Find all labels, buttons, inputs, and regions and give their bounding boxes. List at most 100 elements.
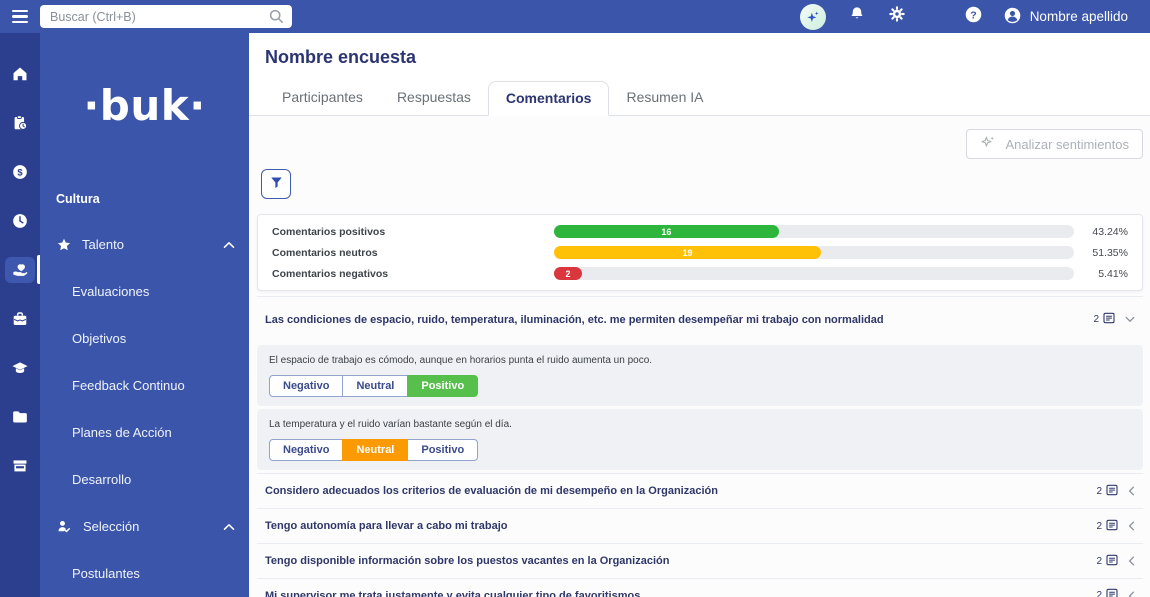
bar-track: 19 [554,246,1074,259]
comment-count: 2 [1096,590,1102,597]
comment-count: 2 [1096,485,1102,497]
chart-row: Comentarios positivos 16 43.24% [272,221,1128,242]
comments-icon [1106,484,1118,499]
question-text: Tengo autonomía para llevar a cabo mi tr… [265,520,508,532]
question-meta: 2 [1093,312,1135,327]
chart-row: Comentarios negativos 2 5.41% [272,263,1128,284]
rail-item-briefcase[interactable] [0,294,40,343]
help-button[interactable]: ? [964,5,983,29]
help-icon: ? [964,5,983,29]
question-meta: 2 [1096,588,1135,597]
tab-participantes[interactable]: Participantes [265,81,380,115]
rail-item-home[interactable] [0,49,40,98]
svg-text:?: ? [970,10,976,21]
sidebar-item-evaluaciones[interactable]: Evaluaciones [40,268,249,315]
question-row[interactable]: Considero adecuados los criterios de eva… [257,473,1143,508]
sidebar-group-label: Selección [83,519,140,534]
comment-card: El espacio de trabajo es cómodo, aunque … [257,345,1143,406]
sidebar-item-feedback-continuo[interactable]: Feedback Continuo [40,362,249,409]
question-text: Considero adecuados los criterios de eva… [265,485,718,497]
payments-dollar-icon: $ [5,159,35,185]
chevron-up-icon [223,523,235,531]
clock-icon [5,208,35,234]
chevron-left-icon [1128,486,1135,496]
search-icon [268,8,285,30]
person-check-icon [56,518,73,535]
notifications-button[interactable] [848,5,866,28]
clipboard-clock-icon [5,110,35,136]
menu-icon[interactable] [0,9,40,24]
sentiment-option-negativo[interactable]: Negativo [269,375,344,397]
sentiment-summary-card: Comentarios positivos 16 43.24% Comentar… [257,214,1143,291]
bar-track: 2 [554,267,1074,280]
education-cap-icon [5,355,35,381]
question-row[interactable]: Tengo autonomía para llevar a cabo mi tr… [257,508,1143,543]
rail-item-folder[interactable] [0,392,40,441]
chart-category-label: Comentarios positivos [272,225,386,238]
rail-item-clock[interactable] [0,196,40,245]
page-title: Nombre encuesta [265,47,417,67]
question-text: Tengo disponible información sobre los p… [265,555,670,567]
icon-rail: $ [0,33,40,597]
topbar: ? Nombre apellido [0,0,1150,33]
chart-row: Comentarios neutros 19 51.35% [272,242,1128,263]
bar-fill: 16 [554,225,779,238]
question-meta: 2 [1096,484,1135,499]
comment-count: 2 [1096,555,1102,567]
comment-count: 2 [1093,314,1099,325]
sidebar-item-desarrollo[interactable]: Desarrollo [40,456,249,503]
sentiment-option-positivo[interactable]: Positivo [407,375,479,397]
rail-item-payments-dollar[interactable]: $ [0,147,40,196]
sidebar-item-planes-de-accion[interactable]: Planes de Acción [40,409,249,456]
search-input[interactable] [40,5,292,28]
filter-funnel-icon [269,175,284,193]
tab-content: Analizar sentimientos Comentarios positi… [249,116,1150,597]
tabs: Participantes Respuestas Comentarios Resume… [249,81,1150,116]
question-row[interactable]: Mi supervisor me trata justamente y evit… [257,578,1143,597]
user-name: Nombre apellido [1029,9,1128,24]
chart-percentage: 5.41% [1098,267,1128,280]
sidebar-group-seleccion[interactable]: Selección [40,503,249,550]
chevron-left-icon [1128,521,1135,531]
question-row[interactable]: Tengo disponible información sobre los p… [257,543,1143,578]
sentiment-selector: Negativo Neutral Positivo [269,439,479,461]
question-text: Las condiciones de espacio, ruido, tempe… [265,313,884,326]
bar-fill: 2 [554,267,583,280]
search-box [40,5,292,28]
comments-icon [1106,588,1118,597]
sentiment-option-positivo[interactable]: Positivo [407,439,479,461]
analyze-sentiments-button[interactable]: Analizar sentimientos [966,129,1143,159]
comment-card: La temperatura y el ruido varían bastant… [257,409,1143,470]
rail-item-education-cap[interactable] [0,343,40,392]
rail-item-clipboard-clock[interactable] [0,98,40,147]
user-menu[interactable]: Nombre apellido [1003,6,1128,28]
sentiment-option-neutral[interactable]: Neutral [342,375,409,397]
sidebar-group-talento[interactable]: Talento [40,221,249,268]
bar-fill: 19 [554,246,822,259]
tab-resumen-ia[interactable]: Resumen IA [609,81,720,115]
sidebar-nav: Talento Evaluaciones Objetivos Feedback Con… [40,221,249,597]
svg-text:$: $ [17,167,23,178]
tab-respuestas[interactable]: Respuestas [380,81,488,115]
tab-comentarios[interactable]: Comentarios [487,81,610,116]
sidebar-item-objetivos[interactable]: Objetivos [40,315,249,362]
rail-item-talent-hand-heart[interactable] [0,245,40,294]
notifications-bell-icon [848,5,866,28]
star-icon [56,237,72,253]
comments-icon [1103,312,1115,327]
bar-track: 16 [554,225,1074,238]
comments-icon [1106,519,1118,534]
question-meta: 2 [1096,519,1135,534]
comment-text: La temperatura y el ruido varían bastant… [269,419,512,430]
ai-assistant-button[interactable] [799,3,826,30]
sidebar-item-postulantes[interactable]: Postulantes [40,550,249,597]
rail-item-store[interactable] [0,441,40,490]
sentiment-option-neutral[interactable]: Neutral [342,439,409,461]
filter-button[interactable] [261,169,291,199]
store-icon [5,453,35,479]
sidebar-group-label: Talento [82,237,124,252]
settings-button[interactable] [888,5,906,28]
question-meta: 2 [1096,554,1135,569]
question-row[interactable]: Las condiciones de espacio, ruido, tempe… [257,296,1143,342]
sentiment-option-negativo[interactable]: Negativo [269,439,344,461]
